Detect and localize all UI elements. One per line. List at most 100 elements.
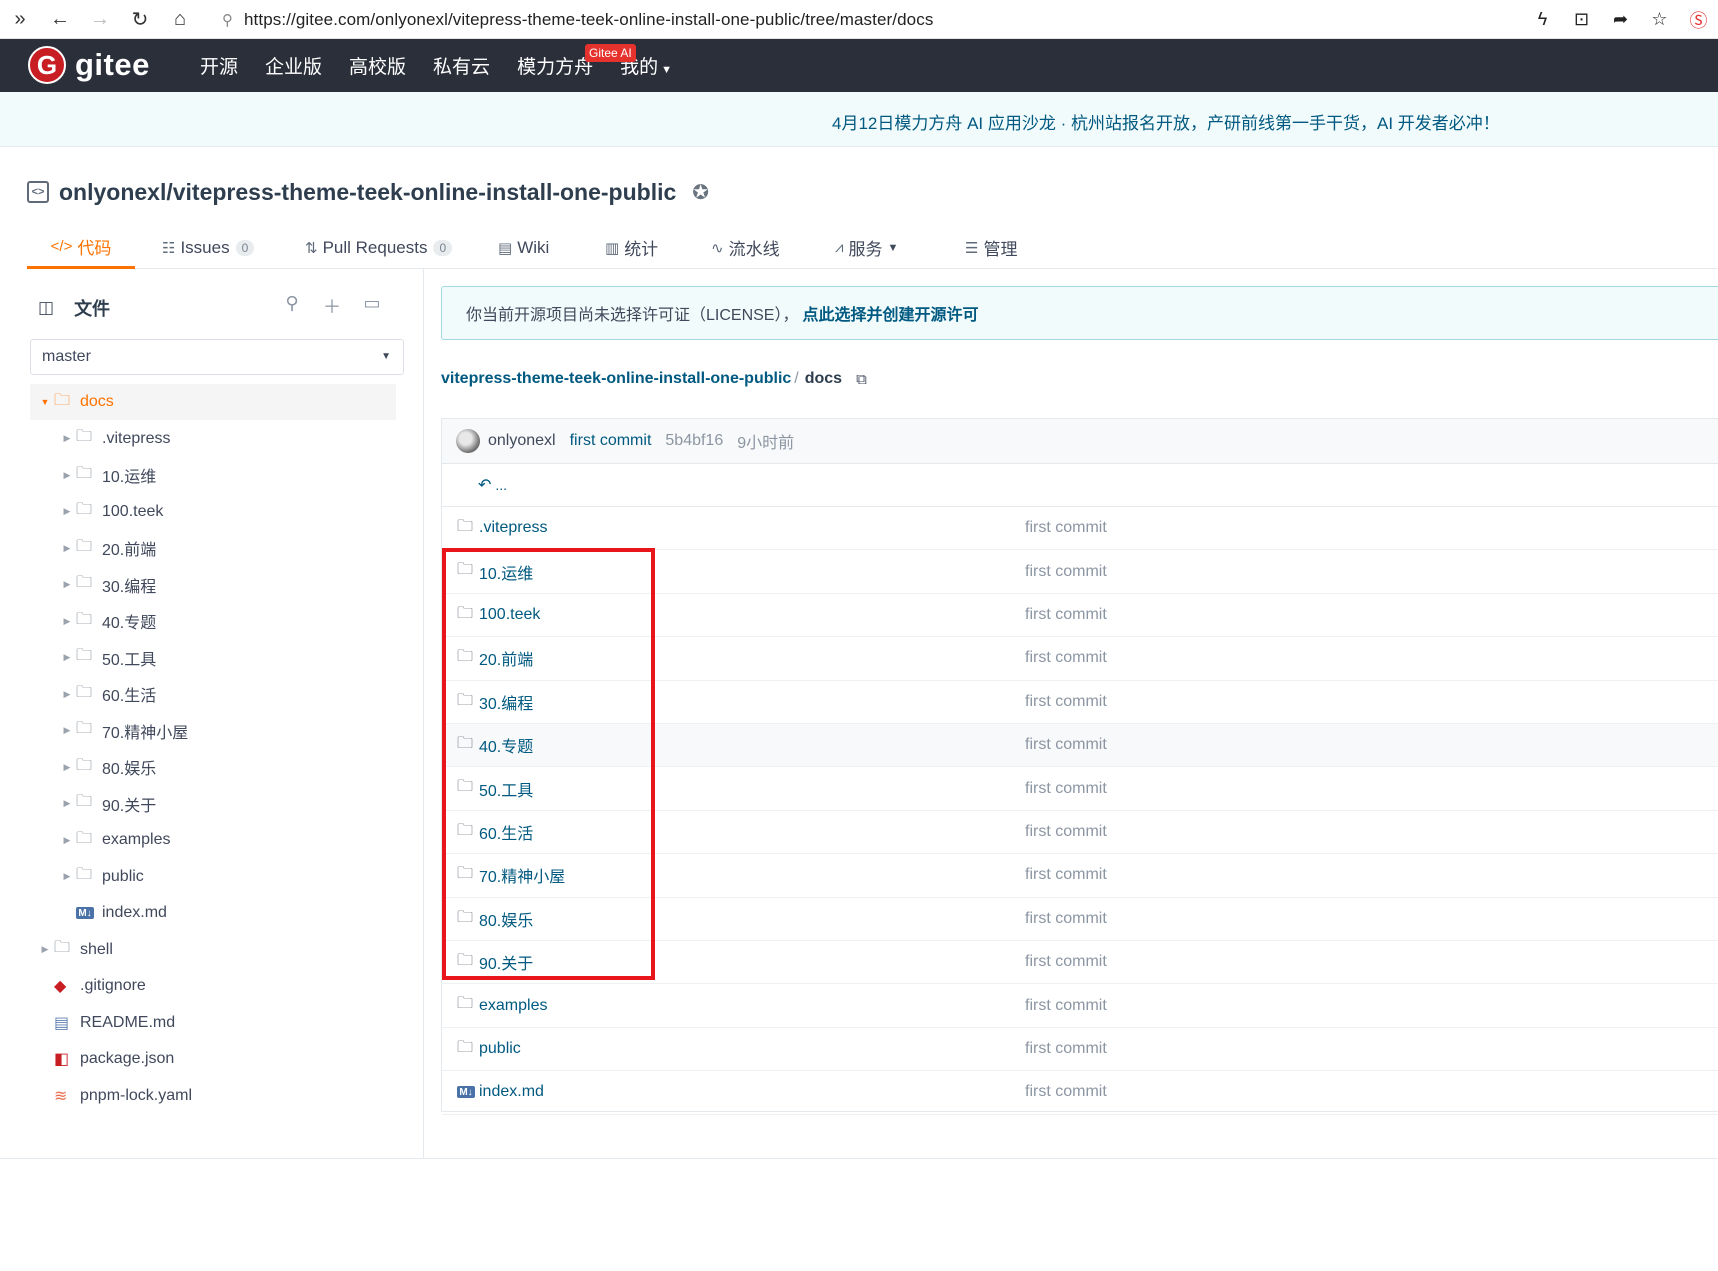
tab-pipeline[interactable]: ∿ 流水线 [711,226,780,269]
chevron-right-icon[interactable]: ▶ [58,579,76,590]
bolt-icon[interactable]: ϟ [1523,9,1562,30]
tree-item[interactable]: ◧ package.json [30,1041,396,1077]
table-row[interactable]: 🗀 public first commit [442,1028,1718,1072]
tree-item[interactable]: ▶ 🗀 100.teek [30,494,396,530]
file-commit-message[interactable]: first commit [1025,1040,1107,1058]
star-icon[interactable]: ☆ [1640,9,1679,30]
file-commit-message[interactable]: first commit [1025,693,1107,711]
table-row[interactable]: 🗀 .vitepress first commit [442,507,1718,551]
tree-item[interactable]: ▶ 🗀 60.生活 [30,676,396,712]
tree-item[interactable]: ▶ 🗀 20.前端 [30,530,396,566]
chevron-right-icon[interactable]: ▶ [58,762,76,773]
tree-item[interactable]: ▼ 🗀 docs [30,384,396,420]
tab-manage[interactable]: ☰ 管理 [965,226,1017,269]
tab-services[interactable]: ⩘ 服务 ▼ [835,226,898,269]
tree-item[interactable]: ▤ README.md [30,1005,396,1041]
tree-item[interactable]: ▶ 🗀 10.运维 [30,457,396,493]
tree-item[interactable]: ▶ 🗀 40.专题 [30,603,396,639]
nav-moli-fangzhou[interactable]: 模力方舟 [517,52,593,79]
file-commit-message[interactable]: first commit [1025,780,1107,798]
file-commit-message[interactable]: first commit [1025,563,1107,581]
sidebar-collapse-icon[interactable]: ◫ [38,298,54,318]
forward-icon[interactable]: → [80,0,120,39]
breadcrumb-repo-link[interactable]: vitepress-theme-teek-online-install-one-… [441,370,791,388]
monitor-icon[interactable]: ▭ [352,293,392,319]
gitee-ai-badge: Gitee AI [585,44,636,62]
chevron-down-icon[interactable]: ▼ [36,397,54,407]
create-license-link[interactable]: 点此选择并创建开源许可 [802,301,978,325]
tab-code[interactable]: </> 代码 [27,226,135,269]
file-name-link[interactable]: examples [479,997,547,1015]
chevron-right-icon[interactable]: ▶ [58,689,76,700]
nav-enterprise[interactable]: 企业版 [265,52,322,79]
commit-sha[interactable]: 5b4bf16 [665,432,723,450]
tab-stats[interactable]: ▥ 统计 [605,226,658,269]
chevron-right-icon[interactable]: ▶ [58,433,76,444]
address-bar[interactable]: ⚲ https://gitee.com/onlyonexl/vitepress-… [222,4,1362,35]
tab-pull-requests[interactable]: ⇅ Pull Requests 0 [305,226,453,269]
file-name-link[interactable]: .vitepress [479,519,547,537]
commit-author[interactable]: onlyonexl [488,432,556,450]
file-commit-message[interactable]: first commit [1025,997,1107,1015]
file-commit-message[interactable]: first commit [1025,606,1107,624]
file-commit-message[interactable]: first commit [1025,519,1107,537]
nav-education[interactable]: 高校版 [349,52,406,79]
repo-title[interactable]: onlyonexl/vitepress-theme-teek-online-in… [59,179,676,206]
award-badge-icon[interactable]: ✪ [692,180,709,205]
search-icon[interactable]: ⚲ [272,293,312,319]
parent-directory-row[interactable]: ↶ ... [442,464,1718,507]
expand-icon[interactable]: » [0,0,40,39]
copy-icon[interactable]: ⧉ [856,371,867,388]
announcement-text[interactable]: 4月12日模力方舟 AI 应用沙龙 · 杭州站报名开放，产研前线第一手干货，AI… [832,109,1500,134]
chevron-right-icon[interactable]: ▶ [58,652,76,663]
tree-item[interactable]: ▶ 🗀 50.工具 [30,640,396,676]
share-icon[interactable]: ➦ [1601,9,1640,30]
tree-item[interactable]: ▶ 🗀 public [30,859,396,895]
extension-icon[interactable]: ⊡ [1562,9,1601,30]
nav-open-source[interactable]: 开源 [200,52,238,79]
branch-select[interactable]: master ▼ [30,339,404,375]
tab-issues[interactable]: ☷ Issues 0 [162,226,255,269]
file-name-link[interactable]: index.md [479,1083,544,1101]
file-commit-message[interactable]: first commit [1025,910,1107,928]
chevron-right-icon[interactable]: ▶ [58,616,76,627]
home-icon[interactable]: ⌂ [160,0,200,39]
gitee-logo[interactable]: G gitee [28,46,150,84]
table-row[interactable]: M↓ index.md first commit [442,1071,1718,1115]
chevron-right-icon[interactable]: ▶ [58,543,76,554]
s-logo-icon[interactable]: Ⓢ [1679,7,1718,33]
chevron-right-icon[interactable]: ▶ [58,798,76,809]
avatar[interactable] [456,429,480,453]
file-commit-message[interactable]: first commit [1025,649,1107,667]
tree-item[interactable]: ≋ pnpm-lock.yaml [30,1078,396,1114]
tree-item[interactable]: ▶ 🗀 .vitepress [30,421,396,457]
url-text[interactable]: https://gitee.com/onlyonexl/vitepress-th… [244,10,933,30]
tab-wiki[interactable]: ▤ Wiki [498,226,549,269]
tree-item[interactable]: ◆ .gitignore [30,968,396,1004]
chevron-right-icon[interactable]: ▶ [58,725,76,736]
file-name-link[interactable]: public [479,1040,521,1058]
chevron-right-icon[interactable]: ▶ [36,944,54,955]
file-commit-message[interactable]: first commit [1025,736,1107,754]
reload-icon[interactable]: ↻ [120,0,160,39]
tree-item[interactable]: ▶ 🗀 80.娱乐 [30,749,396,785]
tree-item[interactable]: M↓ index.md [30,895,396,931]
file-commit-message[interactable]: first commit [1025,823,1107,841]
tree-item[interactable]: ▶ 🗀 30.编程 [30,567,396,603]
chevron-right-icon[interactable]: ▶ [58,470,76,481]
tree-item[interactable]: ▶ 🗀 70.精神小屋 [30,713,396,749]
tree-item[interactable]: ▶ 🗀 90.关于 [30,786,396,822]
chevron-right-icon[interactable]: ▶ [58,835,76,846]
chevron-right-icon[interactable]: ▶ [58,871,76,882]
file-commit-message[interactable]: first commit [1025,953,1107,971]
nav-private-cloud[interactable]: 私有云 [433,52,490,79]
file-commit-message[interactable]: first commit [1025,1083,1107,1101]
commit-message[interactable]: first commit [570,432,652,450]
plus-icon[interactable]: ＋ [312,293,352,319]
tree-item[interactable]: ▶ 🗀 shell [30,932,396,968]
back-icon[interactable]: ← [40,0,80,39]
chevron-right-icon[interactable]: ▶ [58,506,76,517]
table-row[interactable]: 🗀 examples first commit [442,984,1718,1028]
tree-item[interactable]: ▶ 🗀 examples [30,822,396,858]
file-commit-message[interactable]: first commit [1025,866,1107,884]
